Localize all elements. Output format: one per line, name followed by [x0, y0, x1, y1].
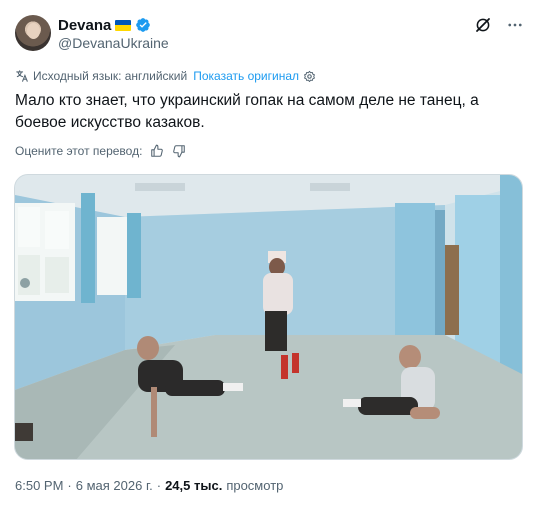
author-display-name[interactable]: Devana: [58, 17, 111, 34]
avatar[interactable]: [15, 15, 51, 51]
more-options-icon[interactable]: [506, 16, 524, 34]
tweet-time[interactable]: 6:50 PM: [15, 478, 63, 493]
tweet-card[interactable]: Devana @DevanaUkraine Исходный язык: анг…: [0, 0, 538, 509]
author-name-row: Devana: [58, 16, 151, 34]
video-frame[interactable]: [15, 175, 523, 460]
tweet-meta: 6:50 PM · 6 мая 2026 г. · 24,5 тыс. прос…: [15, 477, 283, 493]
tweet-date[interactable]: 6 мая 2026 г.: [76, 478, 153, 493]
settings-icon[interactable]: [303, 70, 316, 83]
video-player[interactable]: [14, 174, 523, 460]
translate-icon: [16, 70, 28, 82]
ukraine-flag-icon: [115, 19, 132, 31]
translation-rating: Оцените этот перевод:: [15, 143, 186, 159]
verified-badge-icon[interactable]: [135, 17, 151, 33]
meta-separator: ·: [156, 477, 162, 493]
rating-label: Оцените этот перевод:: [15, 144, 143, 158]
views-label: просмотр: [226, 477, 284, 493]
thumbs-down-icon[interactable]: [172, 144, 186, 158]
source-language-label: Исходный язык: английский: [33, 69, 188, 83]
show-original-link[interactable]: Показать оригинал: [193, 69, 299, 83]
tweet-text: Мало кто знает, что украинский гопак на …: [15, 92, 479, 131]
meta-separator: ·: [67, 477, 72, 493]
thumbs-up-icon[interactable]: [150, 144, 164, 158]
author-handle[interactable]: @DevanaUkraine: [58, 35, 169, 51]
grok-icon[interactable]: [474, 16, 492, 34]
tweet-top-actions: [474, 16, 524, 34]
translation-notice: Исходный язык: английский Показать ориги…: [15, 68, 316, 84]
views-count: 24,5 тыс.: [165, 477, 223, 493]
